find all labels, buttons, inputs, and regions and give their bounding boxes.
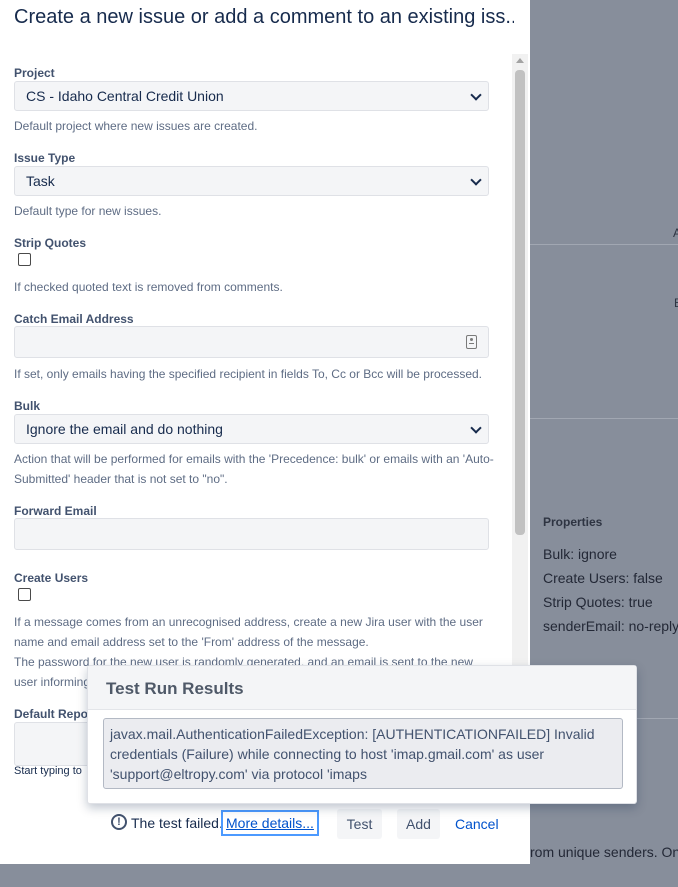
test-failed-text: The test failed. bbox=[131, 815, 223, 831]
bulk-select-value: Ignore the email and do nothing bbox=[26, 421, 223, 437]
forward-email-label: Forward Email bbox=[14, 504, 97, 518]
bg-partial-text: A bbox=[673, 226, 678, 240]
create-users-checkbox[interactable] bbox=[18, 588, 31, 601]
chevron-down-icon bbox=[470, 174, 482, 186]
strip-quotes-help: If checked quoted text is removed from c… bbox=[14, 280, 283, 294]
strip-quotes-checkbox[interactable] bbox=[18, 253, 31, 266]
catch-email-input[interactable] bbox=[14, 326, 489, 358]
test-button[interactable]: Test bbox=[337, 809, 382, 839]
bg-property: Bulk: ignore bbox=[543, 546, 617, 562]
create-users-label: Create Users bbox=[14, 571, 89, 585]
catch-email-label: Catch Email Address bbox=[14, 312, 134, 326]
create-users-help: If a message comes from an unrecognised … bbox=[14, 615, 483, 649]
dialog-title: Create a new issue or add a comment to a… bbox=[14, 6, 514, 28]
bg-footer-text: rom unique senders. One bbox=[530, 844, 678, 860]
issue-type-select[interactable]: Task bbox=[14, 166, 489, 196]
bg-property: senderEmail: no-reply bbox=[543, 618, 678, 634]
project-select[interactable]: CS - Idaho Central Credit Union bbox=[14, 81, 489, 111]
warning-icon: ! bbox=[111, 814, 127, 830]
issue-type-select-value: Task bbox=[26, 173, 55, 189]
project-select-value: CS - Idaho Central Credit Union bbox=[26, 88, 224, 104]
catch-email-help: If set, only emails having the specified… bbox=[14, 367, 482, 381]
bulk-select[interactable]: Ignore the email and do nothing bbox=[14, 414, 489, 444]
dialog-footer: ! The test failed. More details... Test … bbox=[0, 798, 530, 848]
scrollbar-thumb[interactable] bbox=[515, 70, 525, 535]
contact-card-icon bbox=[466, 335, 477, 349]
bulk-help: Action that will be performed for emails… bbox=[14, 452, 494, 486]
error-message-box: javax.mail.AuthenticationFailedException… bbox=[103, 718, 623, 789]
project-help: Default project where new issues are cre… bbox=[14, 119, 258, 133]
project-label: Project bbox=[14, 66, 55, 80]
bg-divider bbox=[530, 418, 678, 419]
bg-partial-text: E bbox=[674, 296, 678, 310]
bg-divider bbox=[530, 244, 678, 245]
bg-property: Strip Quotes: true bbox=[543, 594, 653, 610]
add-button[interactable]: Add bbox=[397, 809, 440, 839]
strip-quotes-label: Strip Quotes bbox=[14, 236, 87, 250]
cancel-link[interactable]: Cancel bbox=[455, 809, 499, 839]
forward-email-input[interactable] bbox=[14, 518, 489, 550]
test-results-popup: Test Run Results javax.mail.Authenticati… bbox=[87, 665, 637, 804]
bulk-label: Bulk bbox=[14, 399, 41, 413]
more-details-link[interactable]: More details... bbox=[221, 810, 319, 836]
chevron-down-icon bbox=[470, 89, 482, 101]
popup-title: Test Run Results bbox=[106, 679, 244, 698]
bg-properties-heading: Properties bbox=[543, 515, 603, 529]
default-reporter-label: Default Repo bbox=[14, 707, 89, 721]
chevron-down-icon bbox=[470, 422, 482, 434]
popup-header: Test Run Results bbox=[88, 666, 636, 710]
scroll-up-arrow-icon[interactable] bbox=[516, 58, 524, 63]
issue-type-label: Issue Type bbox=[14, 151, 76, 165]
bg-property: Create Users: false bbox=[543, 570, 663, 586]
issue-type-help: Default type for new issues. bbox=[14, 204, 162, 218]
